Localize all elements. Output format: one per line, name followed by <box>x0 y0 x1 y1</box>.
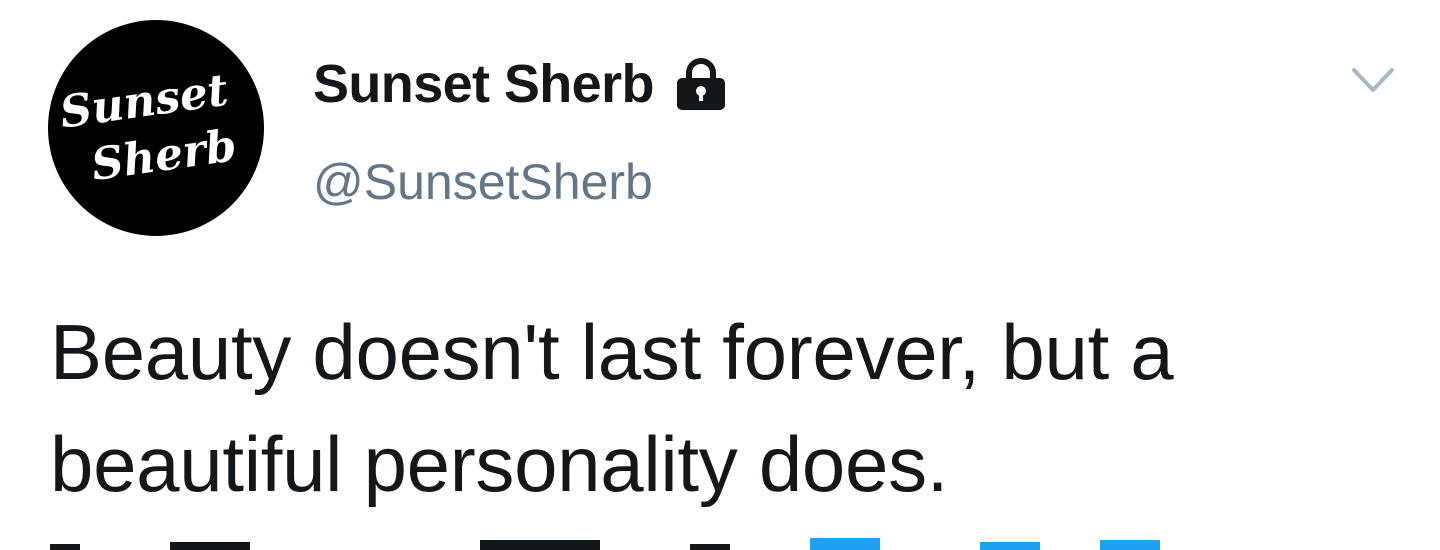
author-row: Sunset Sherb <box>313 52 728 116</box>
lock-icon <box>674 56 728 112</box>
tweet-text: Beauty doesn't last forever, but a beaut… <box>50 308 1174 508</box>
handle[interactable]: @SunsetSherb <box>313 152 653 212</box>
avatar[interactable]: Sunset Sherb <box>48 20 264 236</box>
cropped-next-line <box>50 530 1390 550</box>
display-name[interactable]: Sunset Sherb <box>313 52 654 116</box>
tweet-menu-button[interactable] <box>1346 56 1400 104</box>
tweet: Sunset Sherb Sunset Sherb @SunsetSherb B… <box>0 0 1440 550</box>
chevron-down-icon <box>1352 68 1394 92</box>
sunset-sherb-logo: Sunset Sherb <box>57 65 240 191</box>
